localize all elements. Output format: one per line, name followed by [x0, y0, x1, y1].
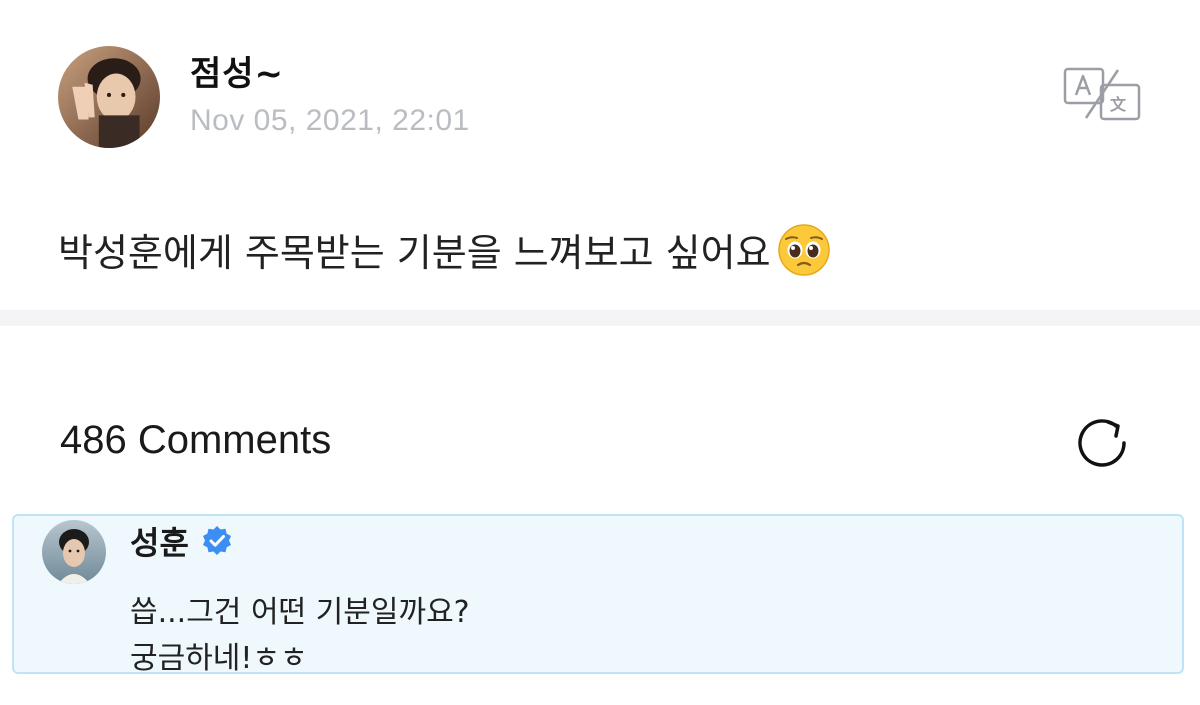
post-author[interactable]: 점성~ — [190, 46, 284, 95]
comments-count: 486 Comments — [60, 418, 332, 462]
refresh-icon — [1078, 419, 1126, 467]
highlighted-comment[interactable]: 성훈 씁...그건 어떤 기분일까요? 궁금하네!ㅎㅎ — [12, 514, 1184, 676]
translate-icon: 文 — [1063, 67, 1141, 121]
comment-author-avatar[interactable] — [42, 520, 106, 584]
pleading-face-emoji — [777, 223, 831, 277]
comment-text: 씁...그건 어떤 기분일까요? 궁금하네!ㅎㅎ — [130, 590, 470, 682]
comment-author-row: 성훈 — [130, 518, 233, 564]
comment-line: 씁...그건 어떤 기분일까요? — [130, 595, 470, 630]
verified-badge-icon — [201, 525, 233, 557]
post-body: 박성훈에게 주목받는 기분을 느껴보고 싶어요 — [58, 222, 831, 277]
post-timestamp: Nov 05, 2021, 22:01 — [190, 104, 470, 137]
comments-header: 486 Comments — [0, 326, 1200, 506]
comment-author[interactable]: 성훈 — [130, 518, 189, 564]
post-body-text: 박성훈에게 주목받는 기분을 느껴보고 싶어요 — [58, 231, 771, 275]
section-divider — [0, 310, 1200, 326]
comment-avatar-image — [42, 520, 106, 584]
post: 점성~ Nov 05, 2021, 22:01 文 박성훈에게 주목받는 기분을… — [0, 0, 1200, 310]
translate-button[interactable]: 文 — [1062, 66, 1142, 122]
author-avatar-image — [58, 46, 160, 148]
refresh-button[interactable] — [1072, 412, 1134, 474]
svg-text:文: 文 — [1110, 95, 1127, 114]
comment-line: 궁금하네!ㅎㅎ — [130, 641, 308, 676]
author-avatar[interactable] — [58, 46, 160, 148]
